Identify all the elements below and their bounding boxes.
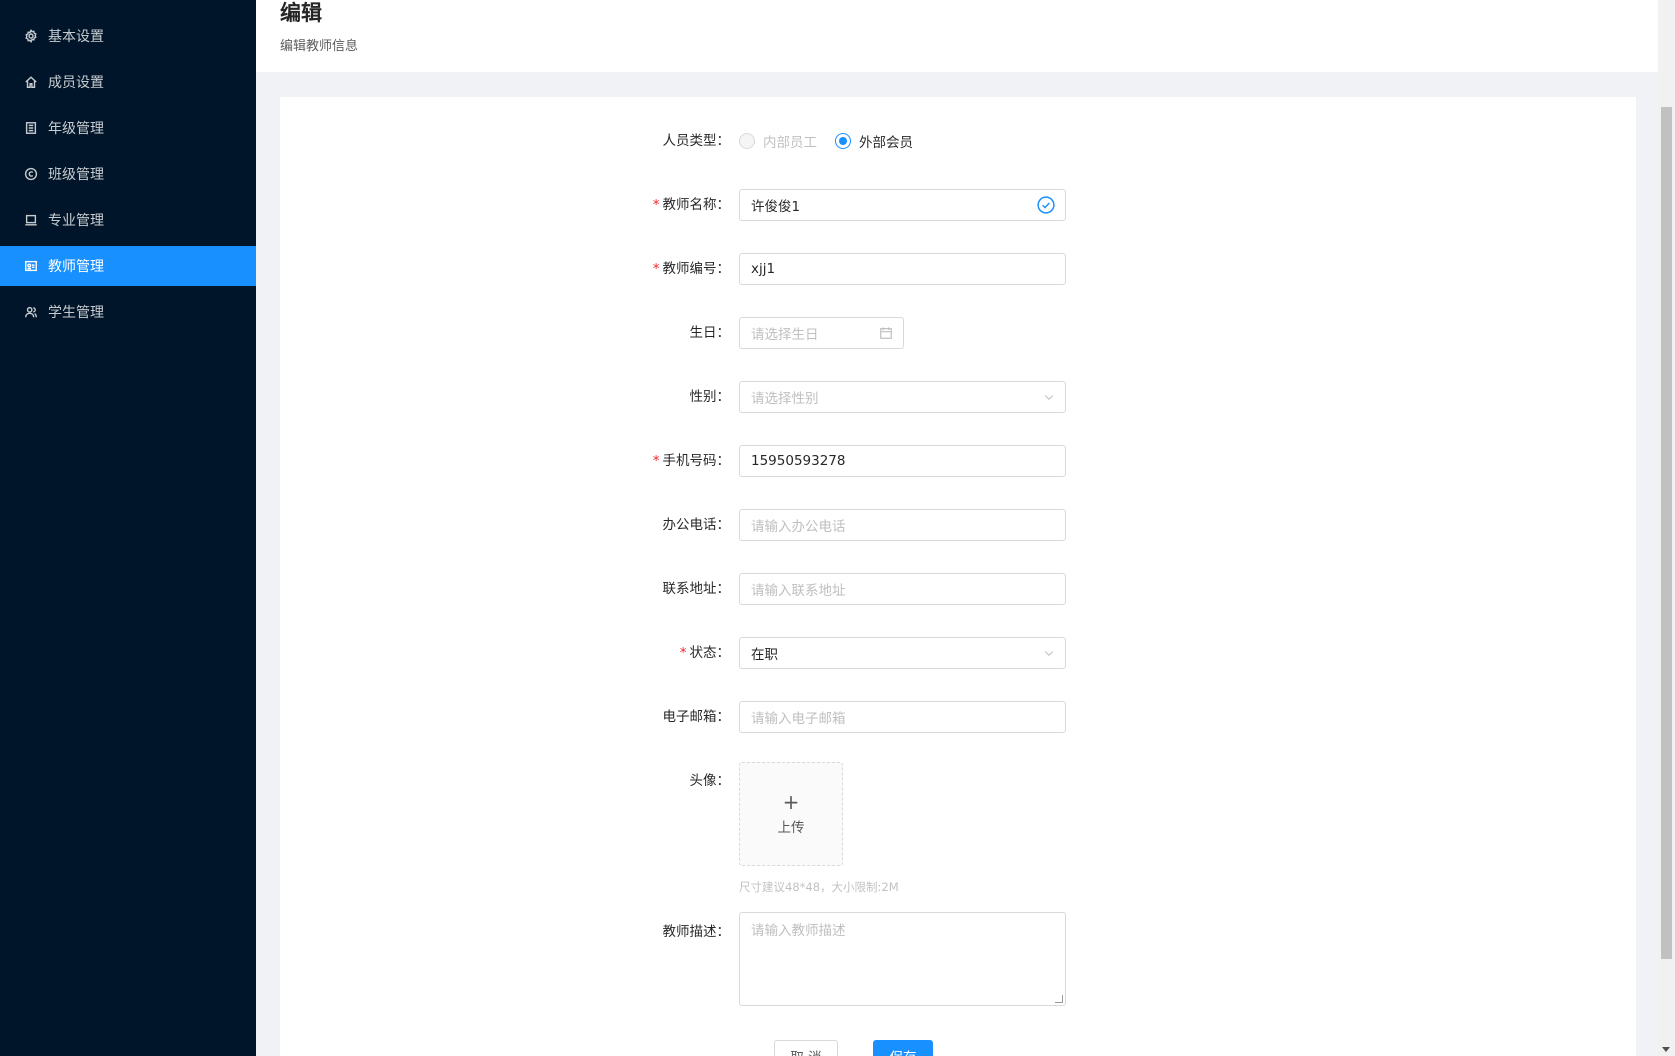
teacher-name-input[interactable]: 许俊俊1 bbox=[739, 189, 1066, 221]
person-type-radio-group: 内部员工 外部会员 bbox=[739, 131, 931, 151]
radio-internal-staff[interactable]: 内部员工 bbox=[739, 131, 817, 151]
sidebar: 基本设置 成员设置 年级管理 班级管理 专业管理 教师管理 学生管理 bbox=[0, 0, 256, 1056]
email-label: 电子邮箱： bbox=[662, 709, 731, 725]
cancel-button[interactable]: 取 消 bbox=[774, 1040, 838, 1056]
sidebar-item-label: 班级管理 bbox=[48, 167, 104, 183]
chevron-down-icon bbox=[1043, 391, 1055, 403]
idcard-icon bbox=[24, 259, 38, 273]
mobile-label: * 手机号码： bbox=[652, 453, 730, 469]
gender-label: 性别： bbox=[689, 389, 731, 405]
description-label: 教师描述： bbox=[662, 924, 731, 940]
radio-external-member[interactable]: 外部会员 bbox=[835, 131, 913, 151]
sidebar-item-basic-settings[interactable]: 基本设置 bbox=[0, 16, 256, 56]
office-phone-label: 办公电话： bbox=[662, 517, 731, 533]
sidebar-item-label: 基本设置 bbox=[48, 29, 104, 45]
home-icon bbox=[24, 75, 38, 89]
teacher-name-label: * 教师名称： bbox=[652, 197, 730, 213]
office-phone-input[interactable]: 请输入办公电话 bbox=[739, 509, 1066, 541]
sidebar-item-label: 教师管理 bbox=[48, 259, 104, 275]
radio-circle-unchecked bbox=[739, 133, 755, 149]
gear-icon bbox=[24, 29, 38, 43]
person-type-label: 人员类型： bbox=[662, 133, 731, 149]
copyright-icon bbox=[24, 167, 38, 181]
birthday-date-picker[interactable]: 请选择生日 bbox=[739, 317, 904, 349]
page-scrollbar[interactable] bbox=[1658, 0, 1675, 1056]
sidebar-item-label: 专业管理 bbox=[48, 213, 104, 229]
laptop-icon bbox=[24, 213, 38, 227]
address-label: 联系地址： bbox=[662, 581, 731, 597]
sidebar-item-label: 年级管理 bbox=[48, 121, 104, 137]
radio-circle-checked bbox=[835, 133, 851, 149]
status-label: * 状态： bbox=[679, 645, 730, 661]
building-icon bbox=[24, 121, 38, 135]
teacher-no-label: * 教师编号： bbox=[652, 261, 730, 277]
page-subtitle: 编辑教师信息 bbox=[280, 39, 359, 54]
sidebar-item-label: 学生管理 bbox=[48, 305, 104, 321]
scroll-down-arrow-icon[interactable] bbox=[1662, 1047, 1670, 1052]
chevron-down-icon bbox=[1043, 647, 1055, 659]
gender-select[interactable]: 请选择性别 bbox=[739, 381, 1066, 413]
scrollbar-thumb[interactable] bbox=[1661, 107, 1672, 959]
address-input[interactable]: 请输入联系地址 bbox=[739, 573, 1066, 605]
sidebar-item-grade-management[interactable]: 年级管理 bbox=[0, 108, 256, 148]
sidebar-item-member-settings[interactable]: 成员设置 bbox=[0, 62, 256, 102]
upload-hint: 尺寸建议48*48，大小限制:2M bbox=[739, 880, 899, 894]
status-select[interactable]: 在职 bbox=[739, 637, 1066, 669]
page-title: 编辑 bbox=[280, 1, 322, 25]
teacher-no-input[interactable]: xjj1 bbox=[739, 253, 1066, 285]
save-button[interactable]: 保存 bbox=[873, 1040, 933, 1056]
plus-icon: + bbox=[782, 790, 800, 814]
sidebar-item-student-management[interactable]: 学生管理 bbox=[0, 292, 256, 332]
sidebar-item-teacher-management[interactable]: 教师管理 bbox=[0, 246, 256, 286]
calendar-icon bbox=[879, 326, 893, 340]
sidebar-item-class-management[interactable]: 班级管理 bbox=[0, 154, 256, 194]
email-input[interactable]: 请输入电子邮箱 bbox=[739, 701, 1066, 733]
sidebar-item-label: 成员设置 bbox=[48, 75, 104, 91]
birthday-label: 生日： bbox=[689, 325, 731, 341]
mobile-input[interactable]: 15950593278 bbox=[739, 445, 1066, 477]
team-icon bbox=[24, 305, 38, 319]
sidebar-item-major-management[interactable]: 专业管理 bbox=[0, 200, 256, 240]
page-header: 编辑 编辑教师信息 bbox=[256, 0, 1658, 72]
avatar-upload[interactable]: + 上传 bbox=[739, 762, 843, 866]
check-circle-icon bbox=[1037, 196, 1055, 214]
avatar-label: 头像： bbox=[689, 773, 731, 789]
description-textarea[interactable]: 请输入教师描述 bbox=[739, 912, 1066, 1006]
resize-handle[interactable] bbox=[1055, 995, 1063, 1003]
